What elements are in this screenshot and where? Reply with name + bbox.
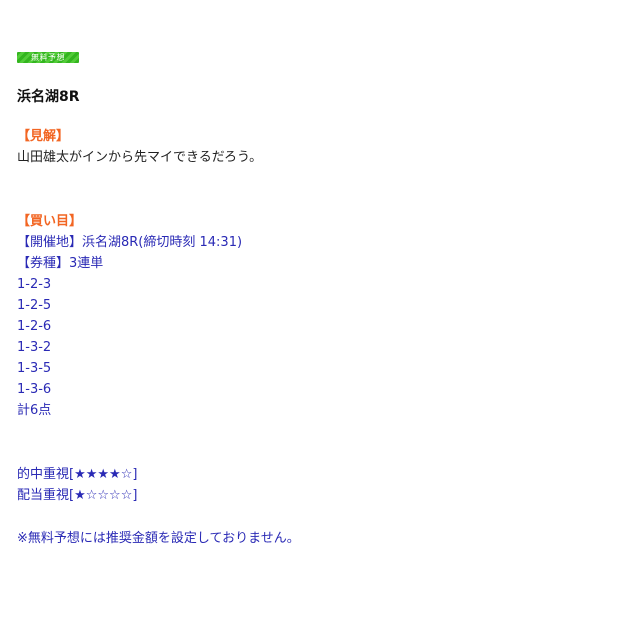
combo-item: 1-2-5 — [17, 298, 52, 313]
combo-item: 1-2-3 — [17, 277, 52, 292]
combo-item: 1-2-6 — [17, 319, 52, 334]
combo-item: 1-3-6 — [17, 382, 52, 397]
combo-item: 1-3-2 — [17, 340, 52, 355]
bets-heading: 【買い目】 — [17, 214, 83, 229]
combo-item: 1-3-5 — [17, 361, 52, 376]
opinion-heading: 【見解】 — [17, 129, 70, 144]
disclaimer-note: ※無料予想には推奨金額を設定しておりません。 — [17, 531, 300, 546]
venue-info: 【開催地】浜名湖8R(締切時刻 14:31) — [17, 235, 243, 250]
opinion-text: 山田雄太がインから先マイできるだろう。 — [17, 150, 263, 165]
total-count: 計6点 — [17, 403, 52, 418]
hit-rate-rating: 的中重視[★★★★☆] — [17, 467, 138, 482]
ticket-type: 【券種】3連単 — [17, 256, 104, 271]
free-prediction-badge: 無料予想 — [17, 52, 79, 63]
race-title: 浜名湖8R — [17, 89, 80, 105]
payout-rating: 配当重視[★☆☆☆☆] — [17, 488, 138, 503]
